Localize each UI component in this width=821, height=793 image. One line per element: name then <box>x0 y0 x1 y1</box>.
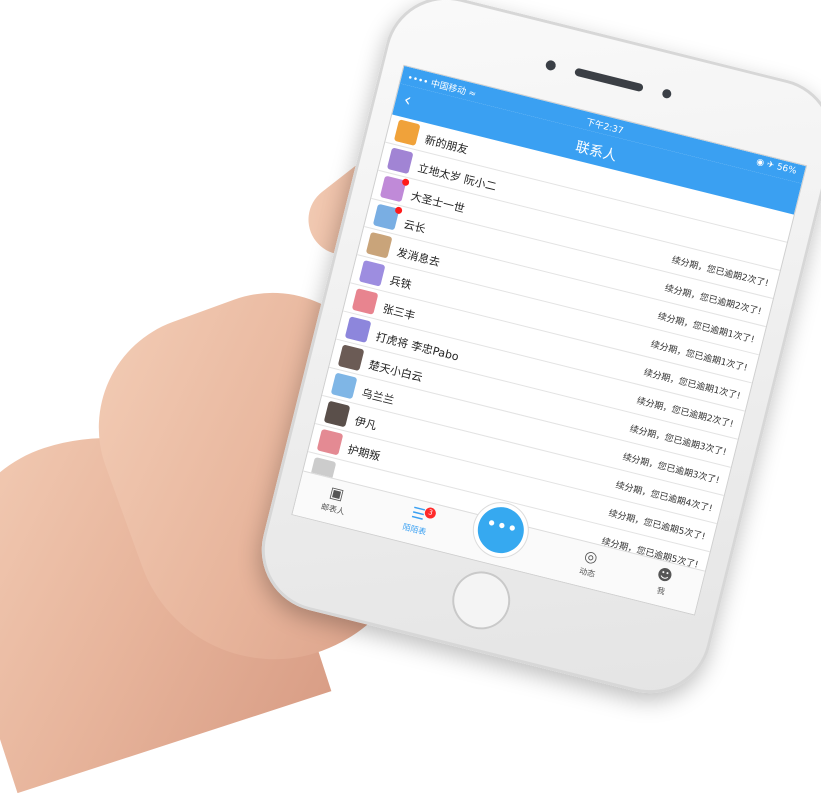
avatar <box>358 259 386 287</box>
contact-name: 兵铁 <box>388 274 413 292</box>
tab-label: 邮表人 <box>320 502 346 517</box>
avatar <box>386 147 414 175</box>
contact-name: 乌兰兰 <box>360 386 396 408</box>
avatar <box>316 428 344 456</box>
tab-label: 陌陌表 <box>401 522 428 537</box>
unread-dot <box>394 206 403 215</box>
avatar <box>351 288 379 315</box>
avatar <box>344 316 372 343</box>
tab-moments[interactable]: ◎ 动态 <box>557 541 623 586</box>
tab-messages[interactable]: ☰ 3 陌陌表 <box>384 498 450 543</box>
avatar <box>337 344 365 372</box>
phone-device: •••• 中国移动 ≈ 下午2:37 ◉ ✈ 56% ‹ 联系人 新的朋友 立地太… <box>248 0 821 707</box>
contact-name: 云长 <box>402 217 427 236</box>
avatar <box>365 231 393 259</box>
avatar <box>323 400 351 428</box>
contact-name: 护期叛 <box>346 442 382 464</box>
tab-me[interactable]: ☻ 我 <box>630 559 696 604</box>
tab-label: 动态 <box>578 566 596 580</box>
unread-dot <box>401 177 410 187</box>
avatar <box>330 372 358 400</box>
contact-name: 张三丰 <box>381 302 417 323</box>
avatar <box>393 119 421 146</box>
tab-label: 我 <box>655 585 666 597</box>
contact-name: 伊凡 <box>353 414 378 433</box>
tab-contacts[interactable]: ▣ 邮表人 <box>302 477 368 522</box>
